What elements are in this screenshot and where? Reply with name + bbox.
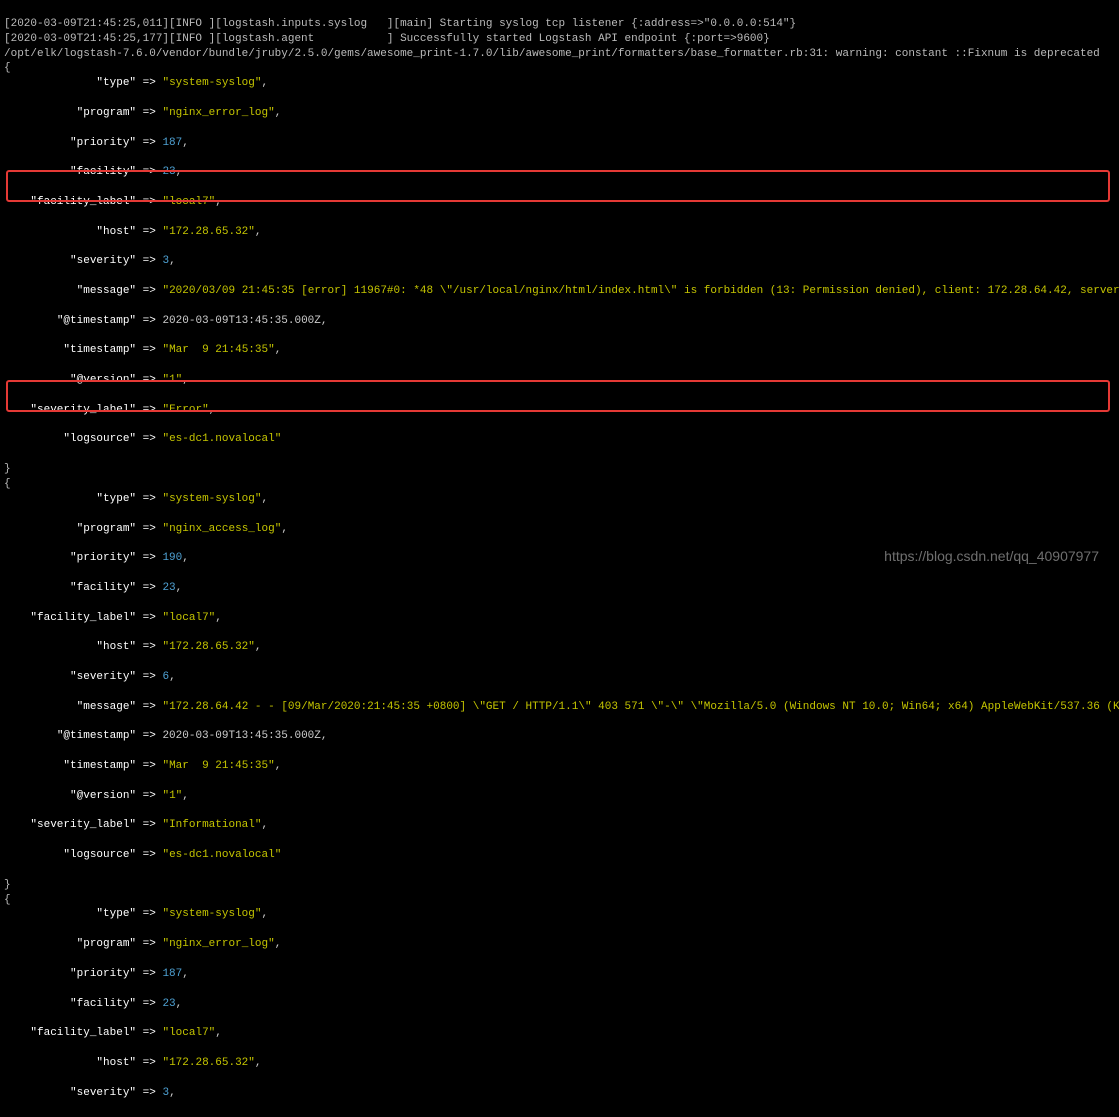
kv-priority: "priority" => 187, bbox=[4, 136, 1115, 151]
kv-severity: "severity" => 6, bbox=[4, 670, 1115, 685]
kv-timestamp: "timestamp" => "Mar 9 21:45:35", bbox=[4, 759, 1115, 774]
kv-timestamp: "timestamp" => "Mar 9 21:45:35", bbox=[4, 343, 1115, 358]
kv-message-hl: "message" => "2020/03/09 21:45:35 [error… bbox=[4, 284, 1115, 299]
kv-atTimestamp: "@timestamp" => 2020-03-09T13:45:35.000Z… bbox=[4, 314, 1115, 329]
brace-open: { bbox=[4, 894, 11, 906]
kv-program: "program" => "nginx_access_log", bbox=[4, 522, 1115, 537]
kv-host: "host" => "172.28.65.32", bbox=[4, 1056, 1115, 1071]
kv-type: "type" => "system-syslog", bbox=[4, 492, 1115, 507]
log-line: /opt/elk/logstash-7.6.0/vendor/bundle/jr… bbox=[4, 48, 1100, 60]
kv-atTimestamp: "@timestamp" => 2020-03-09T13:45:35.000Z… bbox=[4, 729, 1115, 744]
kv-severity-label: "severity_label" => "Informational", bbox=[4, 818, 1115, 833]
kv-severity: "severity" => 3, bbox=[4, 254, 1115, 269]
kv-type: "type" => "system-syslog", bbox=[4, 907, 1115, 922]
kv-atVersion: "@version" => "1", bbox=[4, 373, 1115, 388]
kv-message-hl: "message" => "172.28.64.42 - - [09/Mar/2… bbox=[4, 700, 1115, 715]
kv-facility-label: "facility_label" => "local7", bbox=[4, 1026, 1115, 1041]
kv-facility-label: "facility_label" => "local7", bbox=[4, 195, 1115, 210]
brace-close: } bbox=[4, 879, 11, 891]
log-line: [2020-03-09T21:45:25,177][INFO ][logstas… bbox=[4, 33, 770, 45]
kv-logsource: "logsource" => "es-dc1.novalocal" bbox=[4, 848, 1115, 863]
kv-program: "program" => "nginx_error_log", bbox=[4, 106, 1115, 121]
kv-facility: "facility" => 23, bbox=[4, 997, 1115, 1012]
brace-open: { bbox=[4, 478, 11, 490]
kv-severity-label: "severity_label" => "Error", bbox=[4, 403, 1115, 418]
kv-type: "type" => "system-syslog", bbox=[4, 76, 1115, 91]
log-line: [2020-03-09T21:45:25,011][INFO ][logstas… bbox=[4, 18, 796, 30]
watermark-text: https://blog.csdn.net/qq_40907977 bbox=[884, 547, 1099, 566]
kv-severity: "severity" => 3, bbox=[4, 1086, 1115, 1101]
kv-host: "host" => "172.28.65.32", bbox=[4, 225, 1115, 240]
brace-open: { bbox=[4, 62, 11, 74]
kv-host: "host" => "172.28.65.32", bbox=[4, 640, 1115, 655]
kv-facility-label: "facility_label" => "local7", bbox=[4, 611, 1115, 626]
kv-atVersion: "@version" => "1", bbox=[4, 789, 1115, 804]
kv-logsource: "logsource" => "es-dc1.novalocal" bbox=[4, 432, 1115, 447]
kv-facility: "facility" => 23, bbox=[4, 581, 1115, 596]
kv-program: "program" => "nginx_error_log", bbox=[4, 937, 1115, 952]
kv-facility: "facility" => 23, bbox=[4, 165, 1115, 180]
kv-priority: "priority" => 187, bbox=[4, 967, 1115, 982]
brace-close: } bbox=[4, 463, 11, 475]
